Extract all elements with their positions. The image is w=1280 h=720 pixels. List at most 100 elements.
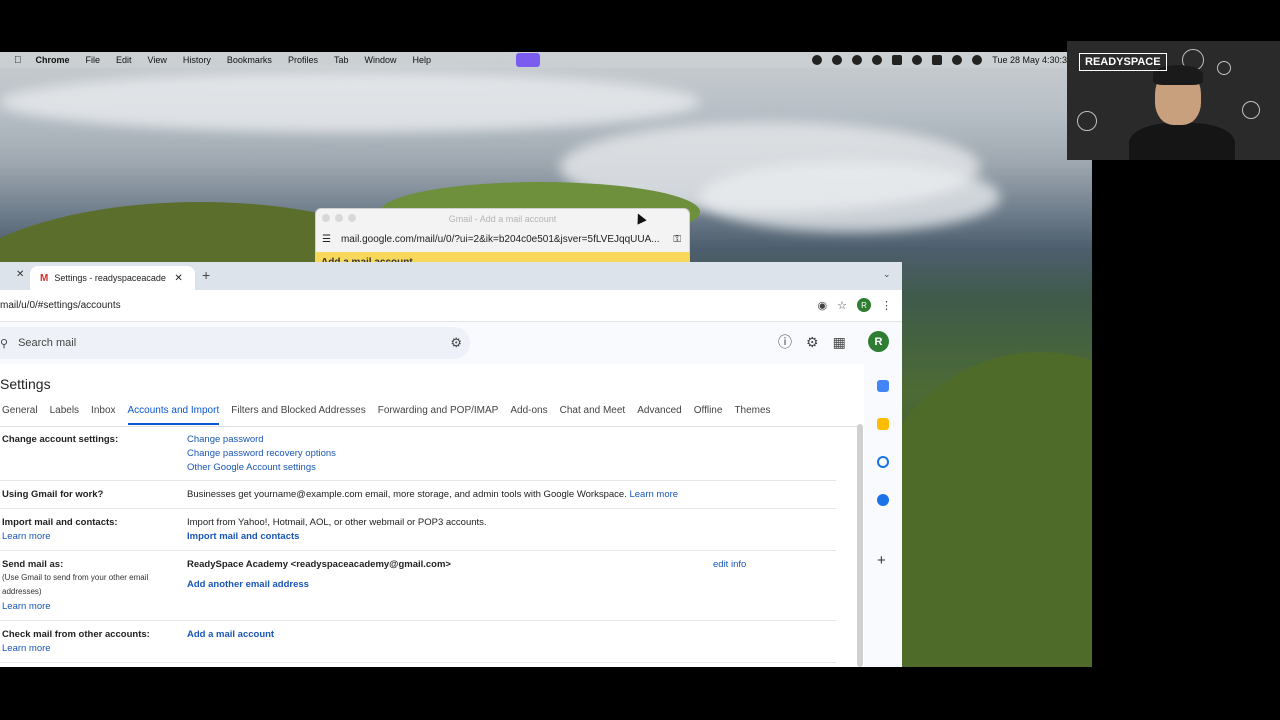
row-label: Check mail from other accounts: — [2, 629, 150, 640]
keyboard-icon[interactable] — [892, 55, 903, 65]
more-vert-icon[interactable]: ⋮ — [881, 299, 892, 312]
side-panel: + — [864, 364, 902, 667]
menu-bookmarks[interactable]: Bookmarks — [227, 55, 272, 65]
screen:  Chrome File Edit View History Bookmark… — [0, 0, 1280, 720]
status-icons: Tue 28 May 4:30:39 — [812, 52, 1072, 68]
search-icon[interactable]: ⚲ — [0, 337, 8, 350]
readyspace-logo: READYSPACE — [1079, 53, 1167, 71]
learn-more-link[interactable]: Learn more — [2, 643, 51, 654]
row-label: Using Gmail for work? — [2, 489, 104, 500]
learn-more-link[interactable]: Learn more — [629, 489, 678, 500]
apps-grid-icon[interactable]: ▦ — [833, 334, 846, 351]
popup-url[interactable]: mail.google.com/mail/u/0/?ui=2&ik=b204c0… — [341, 234, 673, 245]
gear-icon[interactable]: ⚙ — [806, 334, 819, 351]
bookmark-star-icon[interactable]: ☆ — [837, 299, 847, 312]
address-bar: mail/u/0/#settings/accounts ◉ ☆ R ⋮ — [0, 290, 902, 322]
webcam-overlay: READYSPACE — [1067, 41, 1280, 160]
volume-icon[interactable] — [912, 55, 923, 65]
calendar-icon[interactable] — [877, 380, 889, 392]
row-send-as: Send mail as: (Use Gmail to send from yo… — [0, 551, 836, 621]
apple-icon[interactable]:  — [14, 55, 22, 66]
tab-themes[interactable]: Themes — [734, 405, 770, 425]
learn-more-link[interactable]: Learn more — [2, 601, 51, 612]
send-as-address: ReadySpace Academy <readyspaceacademy@gm… — [187, 559, 451, 570]
presenter-body — [1129, 123, 1235, 160]
edit-info-link[interactable]: edit info — [713, 559, 746, 570]
minimize-window-button[interactable] — [335, 214, 343, 222]
screen-recorder-icon[interactable] — [516, 53, 540, 67]
tab-chat-meet[interactable]: Chat and Meet — [560, 405, 626, 425]
address-input[interactable]: mail/u/0/#settings/accounts — [0, 300, 121, 311]
tab-labels[interactable]: Labels — [50, 405, 79, 425]
add-addon-icon[interactable]: + — [877, 552, 886, 569]
scrollbar[interactable] — [857, 424, 863, 667]
change-password-link[interactable]: Change password — [187, 434, 264, 445]
new-tab-button[interactable]: + — [202, 267, 210, 283]
tab-forwarding[interactable]: Forwarding and POP/IMAP — [378, 405, 499, 425]
doodle-icon — [1077, 111, 1097, 131]
menu-history[interactable]: History — [183, 55, 211, 65]
menu-help[interactable]: Help — [412, 55, 431, 65]
menu-window[interactable]: Window — [364, 55, 396, 65]
doodle-icon — [1217, 61, 1231, 75]
row-gmail-work: Using Gmail for work? Businesses get you… — [0, 481, 836, 509]
header-icons: ⓘ ⚙ ▦ — [778, 332, 846, 352]
row-label: Import mail and contacts: — [2, 517, 118, 528]
tab-filters[interactable]: Filters and Blocked Addresses — [231, 405, 366, 425]
google-account-settings-link[interactable]: Other Google Account settings — [187, 462, 316, 473]
status-icon-2[interactable] — [832, 55, 843, 65]
tab-advanced[interactable]: Advanced — [637, 405, 681, 425]
tab-general[interactable]: General — [2, 405, 38, 425]
row-change-account: Change account settings: Change password… — [0, 426, 836, 481]
close-tab-icon[interactable]: ✕ — [16, 269, 24, 280]
menu-app-name[interactable]: Chrome — [36, 55, 70, 65]
search-input[interactable]: Search mail — [18, 337, 76, 349]
workspace-description: Businesses get yourname@example.com emai… — [187, 489, 627, 500]
tab-offline[interactable]: Offline — [694, 405, 723, 425]
tasks-icon[interactable] — [877, 456, 889, 468]
clock[interactable]: Tue 28 May 4:30:39 — [992, 55, 1072, 65]
profile-avatar[interactable]: R — [857, 298, 871, 312]
row-check-mail: Check mail from other accounts: Learn mo… — [0, 621, 836, 663]
menu-profiles[interactable]: Profiles — [288, 55, 318, 65]
status-icon-4[interactable] — [872, 55, 883, 65]
popup-url-row: ☰ mail.google.com/mail/u/0/?ui=2&ik=b204… — [316, 228, 689, 250]
menu-file[interactable]: File — [86, 55, 101, 65]
wifi-icon[interactable] — [952, 55, 963, 65]
menu-view[interactable]: View — [148, 55, 167, 65]
row-label: Change account settings: — [2, 434, 119, 445]
popup-titlebar[interactable]: Gmail - Add a mail account — [316, 209, 689, 228]
window-controls — [322, 214, 356, 222]
status-icon-3[interactable] — [852, 55, 863, 65]
site-settings-icon[interactable]: ☰ — [322, 234, 331, 245]
tab-inbox[interactable]: Inbox — [91, 405, 115, 425]
battery-icon[interactable] — [932, 55, 943, 65]
tab-gmail-settings[interactable]: M Settings - readyspaceacade ✕ — [30, 266, 195, 290]
password-key-icon[interactable]: ⚿ — [673, 234, 681, 245]
help-icon[interactable]: ⓘ — [778, 332, 792, 352]
import-mail-button[interactable]: Import mail and contacts — [187, 531, 299, 542]
search-options-icon[interactable]: ⚙ — [450, 335, 462, 351]
menu-tab[interactable]: Tab — [334, 55, 349, 65]
close-window-button[interactable] — [322, 214, 330, 222]
learn-more-link[interactable]: Learn more — [2, 531, 51, 542]
add-email-address-button[interactable]: Add another email address — [187, 579, 309, 590]
contacts-icon[interactable] — [877, 494, 889, 506]
search-box[interactable]: ⚲ Search mail ⚙ — [0, 327, 470, 359]
close-tab-icon[interactable]: ✕ — [174, 273, 182, 284]
change-recovery-link[interactable]: Change password recovery options — [187, 448, 336, 459]
gmail-header: ⚲ Search mail ⚙ ⓘ ⚙ ▦ R — [0, 322, 902, 364]
tab-addons[interactable]: Add-ons — [510, 405, 547, 425]
status-icon-1[interactable] — [812, 55, 823, 65]
zoom-window-button[interactable] — [348, 214, 356, 222]
account-avatar[interactable]: R — [868, 331, 889, 352]
tab-accounts-and-import[interactable]: Accounts and Import — [127, 405, 220, 425]
address-bar-icons: ◉ ☆ R ⋮ — [818, 298, 892, 312]
eye-icon[interactable]: ◉ — [818, 299, 828, 312]
keep-icon[interactable] — [877, 418, 889, 430]
search-icon[interactable] — [972, 55, 983, 65]
tab-title: Settings - readyspaceacade — [54, 273, 166, 283]
menu-edit[interactable]: Edit — [116, 55, 132, 65]
chevron-down-icon[interactable]: ⌄ — [883, 269, 891, 280]
add-mail-account-button[interactable]: Add a mail account — [187, 629, 274, 640]
